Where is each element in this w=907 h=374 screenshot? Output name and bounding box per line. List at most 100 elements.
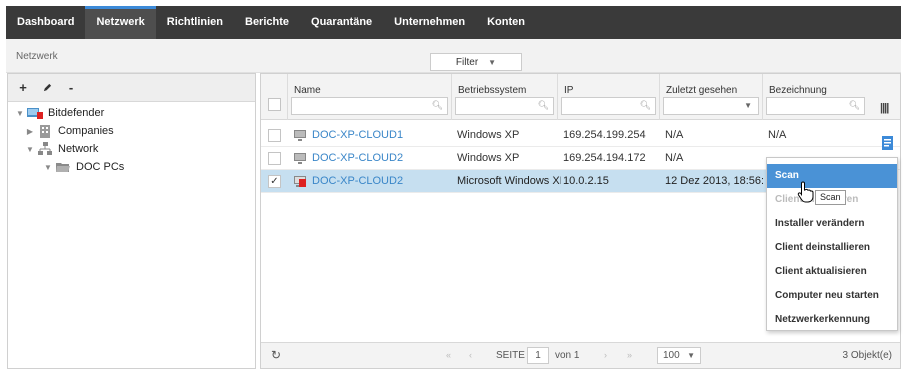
- context-menu: Scan Client installieren Installer verän…: [766, 157, 898, 331]
- menu-item-restart-computer[interactable]: Computer neu starten: [767, 284, 897, 308]
- refresh-icon[interactable]: ↻: [271, 348, 281, 362]
- column-last-seen: Zuletzt gesehen ▼: [659, 74, 762, 120]
- grid-header: Name 🔍︎ Betriebssystem 🔍︎ IP 🔍︎ Zuletzt …: [261, 74, 900, 120]
- search-icon: 🔍︎: [537, 100, 549, 110]
- building-icon: [36, 124, 54, 138]
- row-checkbox[interactable]: [268, 129, 281, 142]
- expand-arrow-icon[interactable]: ▼: [42, 163, 54, 172]
- last-page-button[interactable]: »: [627, 350, 632, 360]
- menu-item-update-client[interactable]: Client aktualisieren: [767, 260, 897, 284]
- table-row[interactable]: DOC-XP-CLOUD1 Windows XP 169.254.199.254…: [261, 124, 900, 147]
- chevron-down-icon: ▼: [744, 101, 752, 110]
- column-header-os[interactable]: Betriebssystem: [458, 85, 526, 96]
- collapse-arrow-icon[interactable]: ▶: [24, 127, 36, 136]
- column-header-label[interactable]: Bezeichnung: [769, 85, 827, 96]
- network-tree: ▼ Bitdefender ▶ Companies ▼ Network ▼ DO…: [8, 102, 255, 176]
- tree-node-network[interactable]: ▼ Network: [14, 140, 255, 158]
- filter-dropdown[interactable]: Filter ▼: [430, 53, 522, 71]
- page-number-input[interactable]: 1: [527, 347, 549, 364]
- tree-node-label: Bitdefender: [48, 107, 105, 119]
- menu-item-network-discovery[interactable]: Netzwerkerkennung: [767, 308, 897, 332]
- per-page-select[interactable]: 100 ▼: [657, 347, 701, 364]
- chevron-down-icon: ▼: [488, 57, 497, 67]
- prev-page-button[interactable]: ‹: [469, 350, 472, 360]
- filter-label: Filter: [455, 56, 479, 68]
- managed-computer-icon: [294, 175, 306, 187]
- tree-node-bitdefender[interactable]: ▼ Bitdefender: [14, 104, 255, 122]
- tree-toolbar: + -: [8, 74, 255, 102]
- column-os: Betriebssystem 🔍︎: [451, 74, 557, 120]
- row-checkbox[interactable]: [268, 152, 281, 165]
- last-seen-cell: 12 Dez 2013, 18:56:...: [665, 175, 763, 187]
- last-seen-cell: N/A: [665, 129, 684, 141]
- tree-node-companies[interactable]: ▶ Companies: [14, 122, 255, 140]
- first-page-button[interactable]: «: [446, 350, 451, 360]
- tab-dashboard[interactable]: Dashboard: [6, 6, 85, 39]
- column-name: Name 🔍︎: [287, 74, 451, 120]
- hand-cursor-icon: [797, 181, 814, 203]
- tree-node-doc-pcs[interactable]: ▼ DOC PCs: [14, 158, 255, 176]
- menu-item-scan[interactable]: Scan: [767, 164, 897, 188]
- select-all-checkbox[interactable]: [268, 98, 281, 111]
- menu-item-uninstall-client[interactable]: Client deinstallieren: [767, 236, 897, 260]
- add-group-button[interactable]: +: [13, 78, 33, 98]
- column-header-name[interactable]: Name: [294, 85, 321, 96]
- columns-icon[interactable]: ||||: [880, 102, 889, 114]
- tab-richtlinien[interactable]: Richtlinien: [156, 6, 234, 39]
- os-cell: Microsoft Windows XP: [457, 175, 561, 187]
- root-group-icon: [26, 107, 44, 119]
- tab-netzwerk[interactable]: Netzwerk: [85, 6, 156, 39]
- label-filter-input[interactable]: 🔍︎: [766, 97, 865, 115]
- object-count: 3 Objekt(e): [842, 350, 892, 361]
- expand-arrow-icon[interactable]: ▼: [14, 109, 26, 118]
- table-row-selected[interactable]: ✓ DOC-XP-CLOUD2 Microsoft Windows XP 10.…: [261, 170, 766, 193]
- computer-name[interactable]: DOC-XP-CLOUD2: [312, 175, 403, 187]
- network-tree-panel: + - ▼ Bitdefender ▶ Companies ▼ Network: [7, 73, 256, 369]
- last-seen-cell: N/A: [665, 152, 684, 164]
- remove-group-button[interactable]: -: [61, 78, 81, 98]
- column-ip: IP 🔍︎: [557, 74, 659, 120]
- menu-item-modify-installer[interactable]: Installer verändern: [767, 212, 897, 236]
- column-header-last-seen[interactable]: Zuletzt gesehen: [666, 85, 737, 96]
- per-page-value: 100: [663, 350, 680, 361]
- page-total: von 1: [555, 350, 580, 361]
- label-cell: N/A: [768, 129, 787, 141]
- ip-cell: 169.254.199.254: [563, 129, 646, 141]
- next-page-button[interactable]: ›: [604, 350, 607, 360]
- pagination-bar: ↻ « ‹ SEITE 1 von 1 › » 100 ▼ 3 Objekt(e): [261, 342, 900, 368]
- select-all-column: [261, 74, 287, 120]
- tree-node-label: DOC PCs: [76, 161, 125, 173]
- search-icon: 🔍︎: [431, 100, 443, 110]
- ip-cell: 169.254.194.172: [563, 152, 646, 164]
- column-header-ip[interactable]: IP: [564, 85, 573, 96]
- computer-icon: [294, 152, 306, 164]
- tooltip: Scan: [815, 190, 846, 205]
- tab-quarantaene[interactable]: Quarantäne: [300, 6, 383, 39]
- computer-name-link[interactable]: DOC-XP-CLOUD2: [294, 152, 449, 164]
- tab-konten[interactable]: Konten: [476, 6, 536, 39]
- tab-berichte[interactable]: Berichte: [234, 6, 300, 39]
- row-checkbox-checked[interactable]: ✓: [268, 175, 281, 188]
- task-action-icon[interactable]: [881, 136, 895, 150]
- last-seen-filter-dropdown[interactable]: ▼: [663, 97, 759, 115]
- edit-group-button[interactable]: [37, 78, 57, 98]
- tree-node-label: Network: [58, 143, 99, 155]
- computer-name[interactable]: DOC-XP-CLOUD1: [312, 129, 403, 141]
- breadcrumb: Netzwerk: [16, 51, 58, 62]
- top-navigation: Dashboard Netzwerk Richtlinien Berichte …: [6, 6, 901, 39]
- os-cell: Windows XP: [457, 129, 520, 141]
- computer-name-link[interactable]: DOC-XP-CLOUD1: [294, 129, 449, 141]
- expand-arrow-icon[interactable]: ▼: [24, 145, 36, 154]
- computer-name-link[interactable]: DOC-XP-CLOUD2: [294, 175, 449, 187]
- computer-icon: [294, 129, 306, 141]
- pencil-icon: [43, 83, 51, 92]
- ip-filter-input[interactable]: 🔍︎: [561, 97, 656, 115]
- chevron-down-icon: ▼: [687, 351, 695, 360]
- ip-cell: 10.0.2.15: [563, 175, 609, 187]
- network-icon: [36, 142, 54, 156]
- name-filter-input[interactable]: 🔍︎: [291, 97, 448, 115]
- computer-name[interactable]: DOC-XP-CLOUD2: [312, 152, 403, 164]
- tab-unternehmen[interactable]: Unternehmen: [383, 6, 476, 39]
- breadcrumb-bar: Netzwerk Filter ▼: [6, 39, 901, 73]
- os-filter-input[interactable]: 🔍︎: [455, 97, 554, 115]
